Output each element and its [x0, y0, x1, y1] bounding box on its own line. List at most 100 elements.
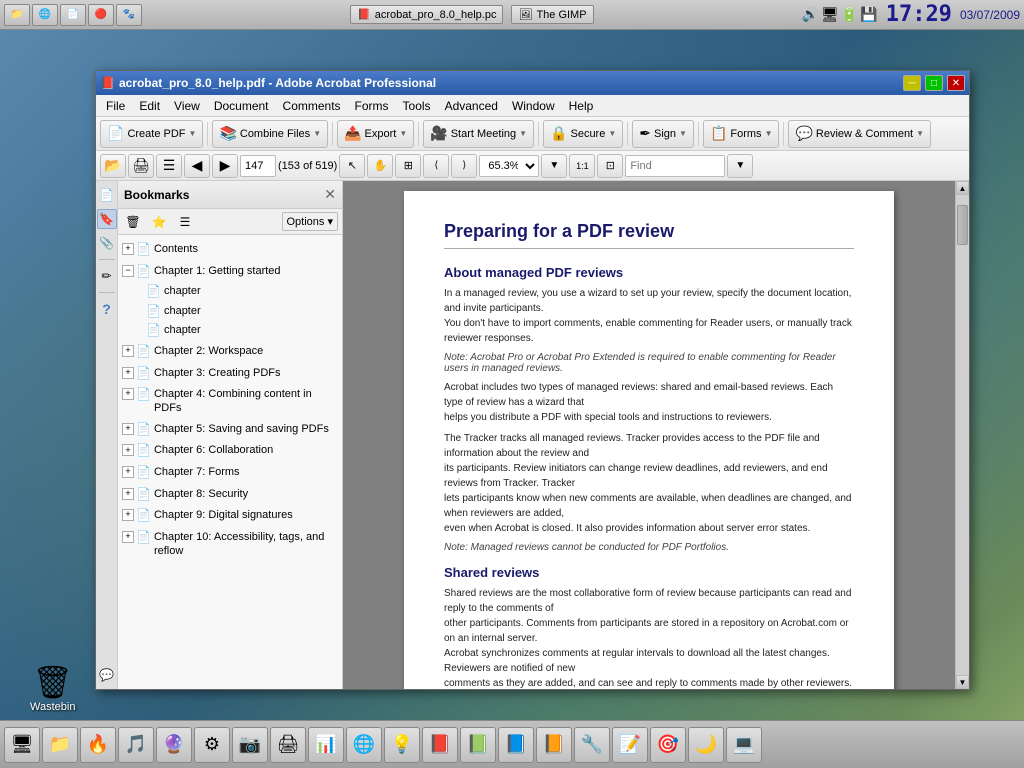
bm-ch3-expander[interactable]: +: [122, 367, 134, 379]
forms-button[interactable]: 📋 Forms ▼: [703, 120, 780, 148]
menu-document[interactable]: Document: [208, 97, 275, 115]
scroll-down-btn[interactable]: ▼: [956, 675, 969, 689]
bm-star-btn[interactable]: ⭐: [148, 212, 170, 232]
bottom-icon-15[interactable]: 📙: [536, 727, 572, 763]
bottom-icon-11[interactable]: 💡: [384, 727, 420, 763]
taskbar-btn-1[interactable]: 📁: [4, 4, 30, 26]
fit-page-btn[interactable]: ⊡: [597, 154, 623, 178]
bottom-icon-9[interactable]: 📊: [308, 727, 344, 763]
bm-ch1-sub3[interactable]: 📄 chapter: [118, 321, 342, 341]
taskbar-gimp-btn[interactable]: 🖼 The GIMP: [511, 5, 593, 24]
menu-advanced[interactable]: Advanced: [439, 97, 504, 115]
wastebin[interactable]: 🗑 Wastebin: [30, 663, 75, 713]
bottom-icon-13[interactable]: 📗: [460, 727, 496, 763]
bm-ch6[interactable]: + 📄 Chapter 6: Collaboration: [118, 440, 342, 462]
scroll-up-btn[interactable]: ▲: [956, 181, 969, 195]
start-meeting-button[interactable]: 🎥 Start Meeting ▼: [423, 120, 534, 148]
bm-ch7[interactable]: + 📄 Chapter 7: Forms: [118, 462, 342, 484]
bottom-icon-14[interactable]: 📘: [498, 727, 534, 763]
menu-edit[interactable]: Edit: [133, 97, 166, 115]
nav-open-btn[interactable]: 📂: [100, 154, 126, 178]
next-view-btn[interactable]: ⟩: [451, 154, 477, 178]
taskbar-btn-5[interactable]: 🐾: [116, 4, 142, 26]
bottom-icon-18[interactable]: 🎯: [650, 727, 686, 763]
edit-tool[interactable]: ✏: [97, 266, 117, 286]
nav-print-btn[interactable]: 🖨: [128, 154, 154, 178]
create-pdf-button[interactable]: 📄 Create PDF ▼: [100, 120, 203, 148]
export-button[interactable]: 📤 Export ▼: [337, 120, 414, 148]
nav-back-btn[interactable]: ◀: [184, 154, 210, 178]
taskbar-acrobat-btn[interactable]: 📕 acrobat_pro_8.0_help.pc: [350, 5, 503, 24]
bm-ch6-expander[interactable]: +: [122, 444, 134, 456]
comment-tool[interactable]: 💬: [97, 665, 117, 685]
bm-ch10[interactable]: + 📄 Chapter 10: Accessibility, tags, and…: [118, 527, 342, 562]
vertical-scrollbar[interactable]: ▲ ▼: [955, 181, 969, 689]
find-input[interactable]: [625, 155, 725, 177]
bm-ch4[interactable]: + 📄 Chapter 4: Combining content in PDFs: [118, 384, 342, 419]
zoom-menu-btn[interactable]: ▼: [541, 154, 567, 178]
menu-view[interactable]: View: [168, 97, 206, 115]
menu-file[interactable]: File: [100, 97, 131, 115]
bm-ch1[interactable]: − 📄 Chapter 1: Getting started: [118, 261, 342, 283]
bm-ch4-expander[interactable]: +: [122, 388, 134, 400]
combine-files-button[interactable]: 📚 Combine Files ▼: [212, 120, 328, 148]
bm-ch2[interactable]: + 📄 Chapter 2: Workspace: [118, 341, 342, 363]
bm-ch1-sub2[interactable]: 📄 chapter: [118, 302, 342, 322]
actual-size-btn[interactable]: 1:1: [569, 154, 595, 178]
prev-view-btn[interactable]: ⟨: [423, 154, 449, 178]
bm-ch7-expander[interactable]: +: [122, 466, 134, 478]
select-tool-btn[interactable]: ↖: [339, 154, 365, 178]
bottom-icon-17[interactable]: 📝: [612, 727, 648, 763]
bm-contents-expander[interactable]: +: [122, 243, 134, 255]
page-number-input[interactable]: [240, 155, 276, 177]
bm-ch5-expander[interactable]: +: [122, 423, 134, 435]
bottom-icon-12[interactable]: 📕: [422, 727, 458, 763]
bm-list-btn[interactable]: ☰: [174, 212, 196, 232]
help-tool[interactable]: ?: [97, 299, 117, 319]
taskbar-btn-3[interactable]: 📄: [60, 4, 86, 26]
bottom-icon-5[interactable]: 🔮: [156, 727, 192, 763]
bm-ch9[interactable]: + 📄 Chapter 9: Digital signatures: [118, 505, 342, 527]
taskbar-btn-4[interactable]: 🔴: [88, 4, 114, 26]
marquee-zoom-btn[interactable]: ⊞: [395, 154, 421, 178]
bm-ch3[interactable]: + 📄 Chapter 3: Creating PDFs: [118, 363, 342, 385]
zoom-select[interactable]: 65.3% 50% 75% 100%: [479, 155, 539, 177]
bottom-icon-2[interactable]: 📁: [42, 727, 78, 763]
bottom-icon-3[interactable]: 🔥: [80, 727, 116, 763]
bm-contents[interactable]: + 📄 Contents: [118, 239, 342, 261]
pdf-content-area[interactable]: Preparing for a PDF review About managed…: [343, 181, 955, 689]
bottom-icon-19[interactable]: 🌙: [688, 727, 724, 763]
bm-ch8-expander[interactable]: +: [122, 488, 134, 500]
bottom-icon-4[interactable]: 🎵: [118, 727, 154, 763]
bm-ch1-sub1[interactable]: 📄 chapter: [118, 282, 342, 302]
menu-window[interactable]: Window: [506, 97, 561, 115]
bm-ch9-expander[interactable]: +: [122, 509, 134, 521]
scroll-track[interactable]: [956, 195, 969, 675]
secure-button[interactable]: 🔒 Secure ▼: [543, 120, 623, 148]
find-arrow-btn[interactable]: ▼: [727, 154, 753, 178]
hand-tool-btn[interactable]: ✋: [367, 154, 393, 178]
menu-help[interactable]: Help: [563, 97, 600, 115]
bm-ch10-expander[interactable]: +: [122, 531, 134, 543]
sign-button[interactable]: ✒ Sign ▼: [632, 120, 694, 148]
review-comment-button[interactable]: 💬 Review & Comment ▼: [788, 120, 931, 148]
bottom-icon-10[interactable]: 🌐: [346, 727, 382, 763]
minimize-button[interactable]: ─: [903, 75, 921, 91]
nav-view-btn[interactable]: ☰: [156, 154, 182, 178]
scroll-thumb[interactable]: [957, 205, 968, 245]
bottom-icon-1[interactable]: 🖥: [4, 727, 40, 763]
page-thumbnail-tool[interactable]: 📄: [97, 185, 117, 205]
bm-ch5[interactable]: + 📄 Chapter 5: Saving and saving PDFs: [118, 419, 342, 441]
close-button[interactable]: ✕: [947, 75, 965, 91]
menu-forms[interactable]: Forms: [349, 97, 395, 115]
bookmark-tool[interactable]: 🔖: [97, 209, 117, 229]
bm-ch1-expander[interactable]: −: [122, 265, 134, 277]
menu-comments[interactable]: Comments: [277, 97, 347, 115]
bm-ch8[interactable]: + 📄 Chapter 8: Security: [118, 484, 342, 506]
bookmarks-options-btn[interactable]: Options ▾: [282, 212, 339, 231]
bottom-icon-7[interactable]: 📷: [232, 727, 268, 763]
maximize-button[interactable]: □: [925, 75, 943, 91]
nav-forward-btn[interactable]: ▶: [212, 154, 238, 178]
bottom-icon-20[interactable]: 💻: [726, 727, 762, 763]
bm-delete-btn[interactable]: 🗑: [122, 212, 144, 232]
